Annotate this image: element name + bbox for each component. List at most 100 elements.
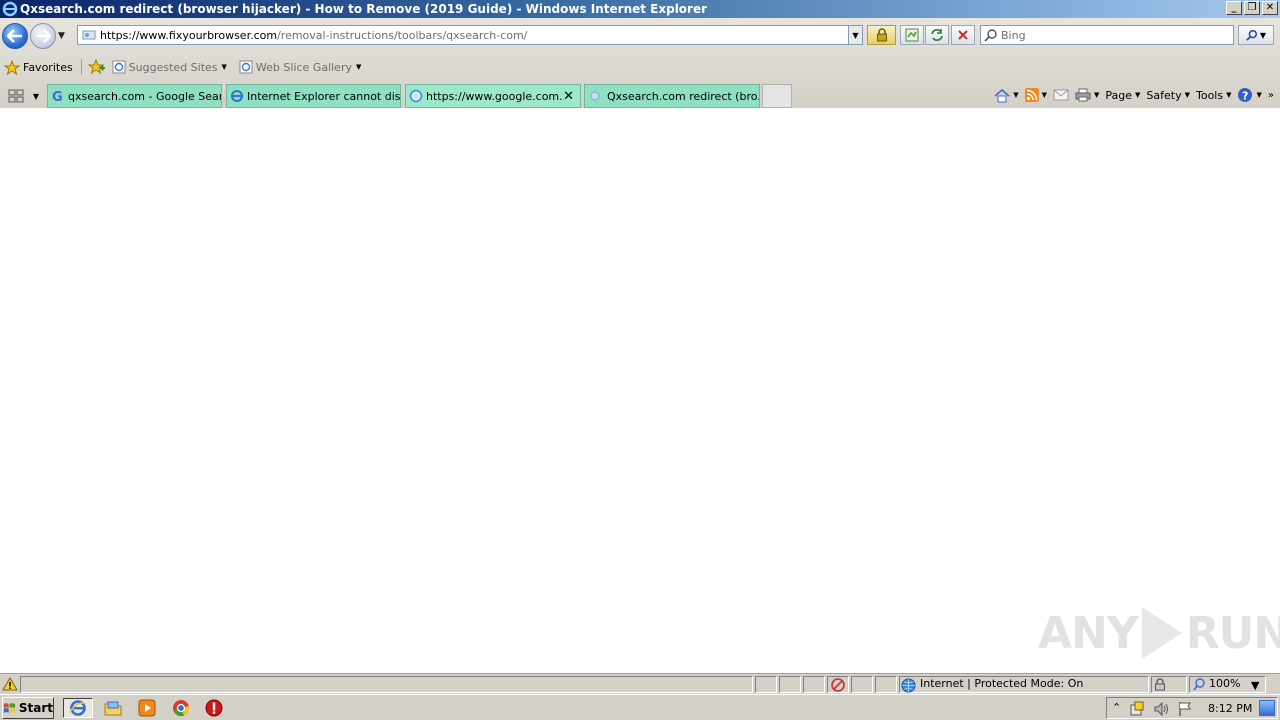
start-button[interactable]: Start [2, 697, 54, 719]
show-desktop-icon[interactable] [1259, 700, 1275, 716]
ie-logo-icon [2, 1, 18, 17]
change-zone-settings-button[interactable] [1151, 676, 1187, 693]
loading-icon [409, 89, 423, 103]
internet-globe-icon [901, 678, 916, 693]
minimize-button[interactable]: _ [1226, 1, 1242, 15]
restore-button[interactable]: ❐ [1244, 1, 1260, 15]
page-content[interactable] [0, 108, 1280, 673]
play-icon [1141, 607, 1182, 659]
taskbar-stop-app[interactable] [203, 698, 225, 718]
address-url[interactable]: https://www.fixyourbrowser.com/removal-i… [100, 29, 527, 42]
chevron-down-icon: ▼ [1256, 91, 1262, 99]
tab-google-search[interactable]: G qxsearch.com - Google Search [47, 84, 222, 108]
taskbar-media-player[interactable] [136, 698, 158, 718]
feeds-button[interactable]: ▼ [1024, 88, 1047, 102]
lock-icon [876, 28, 887, 42]
tab-list-dropdown-icon[interactable]: ▼ [30, 85, 42, 107]
safety-menu-label: Safety [1146, 88, 1182, 102]
close-button[interactable]: ✕ [1262, 1, 1278, 15]
chrome-icon [173, 700, 190, 717]
tab-ie-cannot-display[interactable]: Internet Explorer cannot dis... [226, 84, 401, 108]
forward-arrow-icon [36, 29, 51, 43]
forward-button[interactable] [30, 23, 56, 49]
tools-menu[interactable]: Tools ▼ [1196, 89, 1232, 102]
security-settings-icon [1155, 678, 1165, 691]
taskbar: Start ⌃ 8:12 PM [0, 694, 1280, 720]
url-path: /removal-instructions/toolbars/qxsearch-… [277, 28, 528, 42]
compatibility-view-button[interactable] [900, 25, 924, 45]
add-to-favorites-bar-button[interactable] [87, 59, 106, 75]
tab-google-active[interactable]: https://www.google.com... ✕ [405, 84, 581, 108]
volume-speaker-icon[interactable] [1153, 701, 1169, 717]
search-input[interactable]: Bing [980, 25, 1234, 45]
flag-notification-icon[interactable] [1177, 701, 1193, 717]
home-button[interactable]: ▼ [994, 88, 1019, 103]
taskbar-file-explorer[interactable] [102, 698, 124, 718]
action-center-icon[interactable] [1129, 701, 1145, 717]
back-button[interactable] [2, 23, 28, 49]
taskbar-chrome[interactable] [170, 698, 192, 718]
read-mail-button[interactable] [1053, 89, 1069, 101]
quick-tabs-button[interactable] [3, 85, 29, 107]
google-icon: G [52, 90, 63, 103]
refresh-button[interactable] [925, 25, 949, 45]
tab-label: Qxsearch.com redirect (bro... [607, 89, 759, 103]
window-title: Qxsearch.com redirect (browser hijacker)… [20, 2, 708, 16]
page-menu[interactable]: Page ▼ [1105, 89, 1140, 102]
refresh-icon [931, 29, 943, 41]
print-button[interactable]: ▼ [1075, 88, 1099, 102]
stop-x-icon [958, 30, 968, 40]
chevron-down-icon: ▼ [355, 63, 362, 71]
status-text-cell [20, 676, 753, 693]
page-menu-label: Page [1105, 88, 1133, 102]
search-options-dropdown-icon[interactable]: ▼ [1260, 31, 1266, 40]
page-icon [590, 91, 600, 101]
search-button[interactable]: ▼ [1238, 25, 1274, 45]
recent-pages-dropdown-icon[interactable]: ▼ [58, 31, 70, 41]
popup-blocker-cell[interactable] [827, 676, 849, 693]
show-hidden-icons-chevron-icon[interactable]: ⌃ [1112, 701, 1121, 714]
ie-page-icon [239, 60, 253, 74]
url-host: https://www.fixyourbrowser.com [100, 28, 278, 42]
red-stop-icon [205, 699, 223, 717]
svg-text:?: ? [1242, 90, 1248, 103]
system-tray: ⌃ 8:12 PM [1106, 697, 1278, 719]
media-player-icon [138, 699, 156, 717]
suggested-sites-button[interactable]: Suggested Sites ▼ [112, 60, 227, 74]
back-arrow-icon [7, 29, 22, 43]
address-dropdown-icon[interactable]: ▼ [848, 26, 862, 44]
suggested-sites-label: Suggested Sites [128, 60, 218, 74]
tab-qxsearch-redirect[interactable]: Qxsearch.com redirect (bro... [584, 84, 760, 108]
safety-menu[interactable]: Safety ▼ [1146, 89, 1190, 102]
web-slice-gallery-button[interactable]: Web Slice Gallery ▼ [239, 60, 361, 74]
stop-button[interactable] [951, 25, 975, 45]
tools-menu-label: Tools [1195, 88, 1224, 102]
chevron-down-icon[interactable]: ▼ [1251, 679, 1259, 692]
command-bar: ▼ ▼ ▼ Page ▼ Safety ▼ Tools ▼ ? ▼ » [994, 84, 1274, 106]
favorites-label: Favorites [23, 60, 73, 74]
status-bar: Internet | Protected Mode: On 100% ▼ [0, 673, 1280, 694]
tab-label: Internet Explorer cannot dis... [247, 89, 400, 103]
more-commands-chevron-icon[interactable]: » [1268, 90, 1274, 101]
tab-label: https://www.google.com... [426, 89, 564, 103]
favorites-button[interactable]: Favorites [4, 59, 73, 75]
home-icon [994, 88, 1010, 102]
close-tab-icon[interactable]: ✕ [563, 89, 574, 104]
clock[interactable]: 8:12 PM [1208, 702, 1252, 715]
security-lock-button[interactable] [867, 25, 896, 45]
status-cell [803, 676, 825, 693]
chevron-down-icon: ▼ [1184, 91, 1190, 99]
ie-page-icon [112, 60, 126, 74]
status-cell [875, 676, 897, 693]
new-tab-button[interactable] [762, 84, 792, 108]
chevron-down-icon: ▼ [1135, 91, 1141, 99]
zoom-magnifier-icon [1193, 678, 1205, 691]
address-bar[interactable]: https://www.fixyourbrowser.com/removal-i… [77, 25, 863, 45]
help-button[interactable]: ? ▼ [1237, 87, 1262, 103]
windows-logo-icon [3, 703, 16, 713]
zoom-level-text: 100% [1209, 677, 1241, 690]
chevron-down-icon: ▼ [1041, 91, 1047, 99]
taskbar-internet-explorer[interactable] [63, 698, 93, 718]
status-cell [755, 676, 777, 693]
status-cell [779, 676, 801, 693]
